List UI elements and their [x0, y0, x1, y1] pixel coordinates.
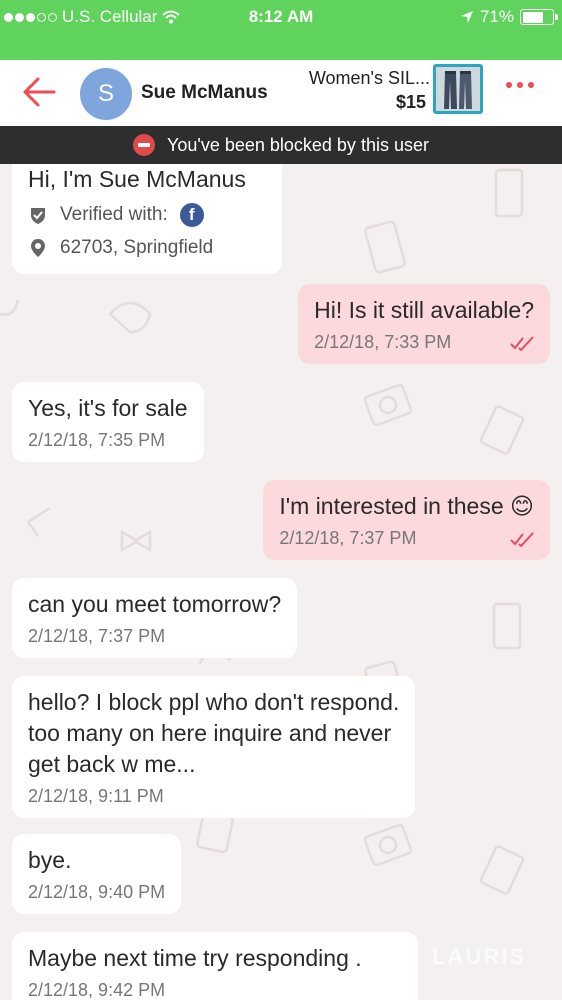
listing-title[interactable]: Women's SIL... [309, 68, 430, 89]
verified-row: Verified with: f [28, 203, 266, 227]
facebook-icon[interactable]: f [179, 203, 204, 227]
battery-percent: 71% [479, 7, 514, 26]
status-bar: U.S. Cellular 8:12 AM 71% [0, 0, 562, 60]
avatar[interactable]: S [80, 68, 132, 120]
more-options-icon[interactable] [506, 82, 534, 88]
message-bubble-outgoing[interactable]: Hi! Is it still available? 2/12/18, 7:33… [298, 284, 550, 364]
profile-greeting: Hi, I'm Sue McManus [28, 166, 246, 192]
message-text: hello? I block ppl who don't respond. to… [28, 689, 400, 777]
read-receipt-icon [510, 336, 534, 351]
message-time: 2/12/18, 9:42 PM [28, 980, 166, 1000]
message-bubble-incoming[interactable]: bye. 2/12/18, 9:40 PM [12, 834, 182, 914]
avatar-letter: S [97, 80, 114, 107]
message-bubble-incoming[interactable]: Maybe next time try responding . 2/12/18… [12, 932, 418, 1000]
listing-price: $15 [395, 92, 426, 112]
message-time: 2/12/18, 7:33 PM [314, 332, 452, 352]
message-bubble-outgoing[interactable]: I'm interested in these 😊 2/12/18, 7:37 … [263, 480, 550, 560]
listing-thumbnail[interactable] [433, 64, 483, 114]
blocked-icon [133, 134, 156, 156]
back-arrow-icon[interactable] [20, 74, 60, 110]
location-row: 62703, Springfield [28, 237, 266, 259]
read-receipt-icon [510, 532, 534, 547]
watermark: LAURIS [432, 944, 526, 969]
message-text: Maybe next time try responding . [28, 945, 362, 971]
blocked-text: You've been blocked by this user [167, 134, 429, 155]
message-bubble-incoming[interactable]: hello? I block ppl who don't respond. to… [12, 676, 416, 818]
location-pin-icon [31, 239, 45, 257]
message-time: 2/12/18, 7:37 PM [279, 528, 417, 548]
message-text: Yes, it's for sale [28, 395, 188, 421]
chat-header: S Sue McManus Women's SIL... $15 [0, 60, 562, 126]
shield-icon [31, 208, 45, 224]
message-time: 2/12/18, 7:35 PM [28, 430, 166, 450]
location-text: 62703, Springfield [60, 237, 214, 258]
message-time: 2/12/18, 7:37 PM [28, 626, 166, 646]
message-bubble-incoming[interactable]: can you meet tomorrow? 2/12/18, 7:37 PM [12, 578, 298, 658]
message-time: 2/12/18, 9:11 PM [28, 786, 164, 806]
location-arrow-icon [460, 11, 473, 23]
username[interactable]: Sue McManus [141, 82, 268, 104]
jeans-image [436, 67, 480, 111]
chat-area[interactable]: Hi, I'm Sue McManus Verified with: f 627… [0, 164, 562, 1000]
message-text: I'm interested in these 😊 [279, 493, 534, 519]
message-time: 2/12/18, 9:40 PM [28, 882, 166, 902]
message-text: Hi! Is it still available? [314, 297, 534, 323]
blocked-banner: You've been blocked by this user [0, 126, 562, 164]
profile-card[interactable]: Hi, I'm Sue McManus Verified with: f 627… [12, 164, 282, 274]
message-bubble-incoming[interactable]: Yes, it's for sale 2/12/18, 7:35 PM [12, 382, 204, 462]
verified-label: Verified with: [60, 204, 168, 225]
message-text: can you meet tomorrow? [28, 591, 282, 617]
message-text: bye. [28, 847, 72, 873]
battery-icon [520, 9, 558, 25]
